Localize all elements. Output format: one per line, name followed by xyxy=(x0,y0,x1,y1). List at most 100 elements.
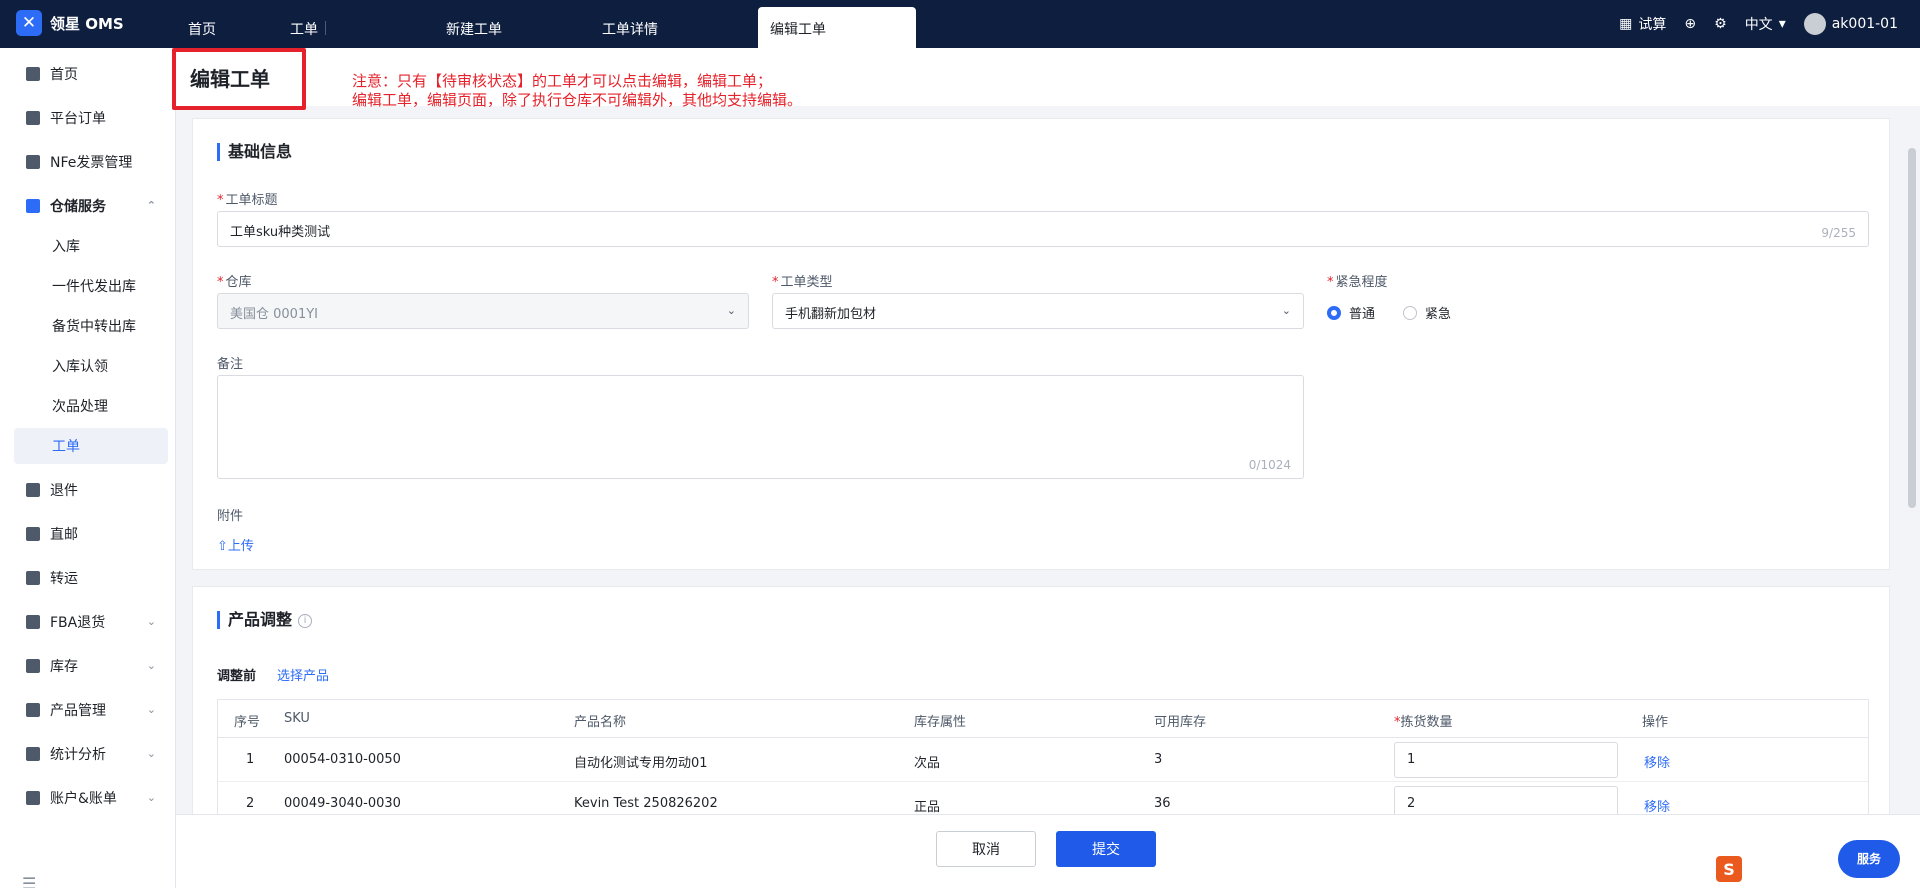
sidebar-item-direct-mail[interactable]: 直邮 xyxy=(14,516,168,552)
row-product-name: 自动化测试专用勿动01 xyxy=(574,756,708,771)
sidebar-item-nfe-invoice[interactable]: NFe发票管理 xyxy=(14,144,168,180)
sidebar-item-account-billing[interactable]: 账户&账单 ⌄ xyxy=(14,780,168,816)
attachment-label: 附件 xyxy=(217,509,244,524)
sidebar-item-inventory[interactable]: 库存 ⌄ xyxy=(14,648,168,684)
info-icon[interactable]: i xyxy=(298,613,313,628)
sidebar-item-work-order[interactable]: 工单 xyxy=(14,428,168,464)
chevron-down-icon: ⌄ xyxy=(146,659,156,672)
calc-button[interactable]: ▦ 试算 xyxy=(1619,14,1666,34)
page-scrollbar[interactable] xyxy=(1908,148,1916,508)
user-menu[interactable]: ak001-01 xyxy=(1803,13,1898,35)
ime-icon[interactable]: S xyxy=(1716,856,1742,882)
sidebar-item-inbound[interactable]: 入库 xyxy=(14,228,168,264)
remove-link[interactable]: 移除 xyxy=(1644,752,1670,771)
inventory-icon xyxy=(26,659,40,673)
basic-info-card: 基础信息 * 工单标题 工单sku种类测试 9/255 * 仓库 美国仓 0001Y… xyxy=(192,118,1890,570)
caret-down-icon: ▾ xyxy=(1778,16,1786,32)
row-stock-attr: 正品 xyxy=(914,800,941,815)
chevron-down-icon: ⌄ xyxy=(726,304,736,317)
warehouse-select: 美国仓 0001YI ⌄ xyxy=(217,293,749,329)
sidebar-item-transfer-outbound[interactable]: 备货中转出库 xyxy=(14,308,168,344)
tab-edit-work-order[interactable]: 编辑工单 xyxy=(758,7,916,48)
row-sku: 00054-0310-0050 xyxy=(284,752,401,767)
chevron-down-icon: ⌄ xyxy=(146,747,156,760)
col-header: 库存属性 xyxy=(914,715,967,730)
sidebar-item-defect-handling[interactable]: 次品处理 xyxy=(14,388,168,424)
order-icon xyxy=(26,111,40,125)
top-right-tools: ▦ 试算 ⊕ ⚙ 中文 ▾ ak001-01 xyxy=(1619,0,1898,48)
urgency-normal-radio[interactable]: 普通 xyxy=(1327,303,1375,322)
row-available-stock: 36 xyxy=(1154,796,1171,811)
sidebar-item-returns[interactable]: 退件 xyxy=(14,472,168,508)
form-footer: 取消 提交 S 服务 xyxy=(176,814,1920,888)
invoice-icon xyxy=(26,155,40,169)
type-label: * 工单类型 xyxy=(772,275,833,290)
language-select[interactable]: 中文 ▾ xyxy=(1745,14,1786,34)
row-stock-attr: 次品 xyxy=(914,756,941,771)
sidebar: 首页 平台订单 NFe发票管理 仓储服务 ⌃ 入库 一件代发出库 备货中转出库 入… xyxy=(0,48,176,888)
radio-unchecked-icon xyxy=(1403,305,1417,320)
pick-qty-input[interactable]: 2 xyxy=(1394,786,1618,815)
app-logo[interactable]: ✕ 领星 OMS xyxy=(16,10,124,36)
product-icon xyxy=(26,703,40,717)
sidebar-item-inbound-claim[interactable]: 入库认领 xyxy=(14,348,168,384)
calculator-icon: ▦ xyxy=(1619,16,1633,32)
urgency-urgent-radio[interactable]: 紧急 xyxy=(1403,303,1451,322)
download-icon[interactable]: ⊕ xyxy=(1684,16,1696,32)
col-header: SKU xyxy=(284,711,310,726)
transfer-icon xyxy=(26,571,40,585)
submit-button[interactable]: 提交 xyxy=(1056,831,1156,867)
remark-textarea[interactable]: 0/1024 xyxy=(217,375,1304,479)
mail-icon xyxy=(26,527,40,541)
collapse-menu-icon[interactable]: ☰ xyxy=(22,874,36,888)
product-table: 序号 SKU 产品名称 库存属性 可用库存 *拣货数量 操作 1 00054-0… xyxy=(217,699,1869,815)
service-button[interactable]: 服务 xyxy=(1838,840,1900,878)
main-content: 编辑工单 注意：只有【待审核状态】的工单才可以点击编辑，编辑工单； 编辑工单，编… xyxy=(172,48,1920,888)
settings-icon[interactable]: ⚙ xyxy=(1714,16,1727,32)
radio-checked-icon xyxy=(1327,305,1341,320)
home-icon xyxy=(26,67,40,81)
section-title-product: 产品调整 i xyxy=(217,611,313,629)
avatar xyxy=(1803,13,1826,35)
remark-label: 备注 xyxy=(217,357,244,372)
chevron-down-icon: ⌄ xyxy=(146,791,156,804)
cancel-button[interactable]: 取消 xyxy=(936,831,1036,867)
sidebar-item-home[interactable]: 首页 xyxy=(14,56,168,92)
row-number: 1 xyxy=(246,752,255,767)
highlight-box xyxy=(172,48,306,110)
sidebar-item-transshipment[interactable]: 转运 xyxy=(14,560,168,596)
upload-icon: ⇧ xyxy=(217,539,228,554)
annotation-note: 注意：只有【待审核状态】的工单才可以点击编辑，编辑工单； 编辑工单，编辑页面，除… xyxy=(352,72,802,110)
row-sku: 00049-3040-0030 xyxy=(284,796,401,811)
col-header: 产品名称 xyxy=(574,715,627,730)
note-line-1: 注意：只有【待审核状态】的工单才可以点击编辑，编辑工单； xyxy=(352,72,773,90)
work-order-type-select[interactable]: 手机翻新加包材 ⌄ xyxy=(772,293,1304,329)
select-product-link[interactable]: 选择产品 xyxy=(277,665,329,684)
sidebar-item-product-management[interactable]: 产品管理 ⌄ xyxy=(14,692,168,728)
title-input[interactable]: 工单sku种类测试 9/255 xyxy=(217,211,1869,247)
sidebar-item-warehouse-services[interactable]: 仓储服务 ⌃ xyxy=(14,188,168,224)
sidebar-item-fba-returns[interactable]: FBA退货 ⌄ xyxy=(14,604,168,640)
section-title-basic: 基础信息 xyxy=(217,143,292,161)
tab-work-order[interactable]: 工单 xyxy=(278,7,428,48)
title-char-count: 9/255 xyxy=(1821,226,1856,240)
chevron-up-icon: ⌃ xyxy=(146,199,156,212)
sidebar-item-platform-orders[interactable]: 平台订单 xyxy=(14,100,168,136)
remove-link[interactable]: 移除 xyxy=(1644,796,1670,815)
table-row: 1 00054-0310-0050 自动化测试专用勿动01 次品 3 1 移除 xyxy=(218,738,1868,782)
tab-new-work-order[interactable]: 新建工单 xyxy=(434,7,584,48)
app-root: ✕ 领星 OMS 首页 工单 新建工单 工单详情 编辑工单 ▦ 试算 ⊕ ⚙ 中文… xyxy=(0,0,1920,888)
row-available-stock: 3 xyxy=(1154,752,1163,767)
warehouse-label: * 仓库 xyxy=(217,275,252,290)
upload-button[interactable]: ⇧上传 xyxy=(217,535,254,554)
sidebar-item-dropship-outbound[interactable]: 一件代发出库 xyxy=(14,268,168,304)
col-header: 可用库存 xyxy=(1154,715,1207,730)
logo-text: 领星 OMS xyxy=(50,14,124,33)
urgency-label: * 紧急程度 xyxy=(1327,275,1388,290)
note-line-2: 编辑工单，编辑页面，除了执行仓库不可编辑外，其他均支持编辑。 xyxy=(352,91,803,109)
sidebar-item-statistics[interactable]: 统计分析 ⌄ xyxy=(14,736,168,772)
col-header: *拣货数量 xyxy=(1394,715,1453,730)
tab-work-order-detail[interactable]: 工单详情 xyxy=(590,7,740,48)
account-icon xyxy=(26,791,40,805)
pick-qty-input[interactable]: 1 xyxy=(1394,742,1618,778)
